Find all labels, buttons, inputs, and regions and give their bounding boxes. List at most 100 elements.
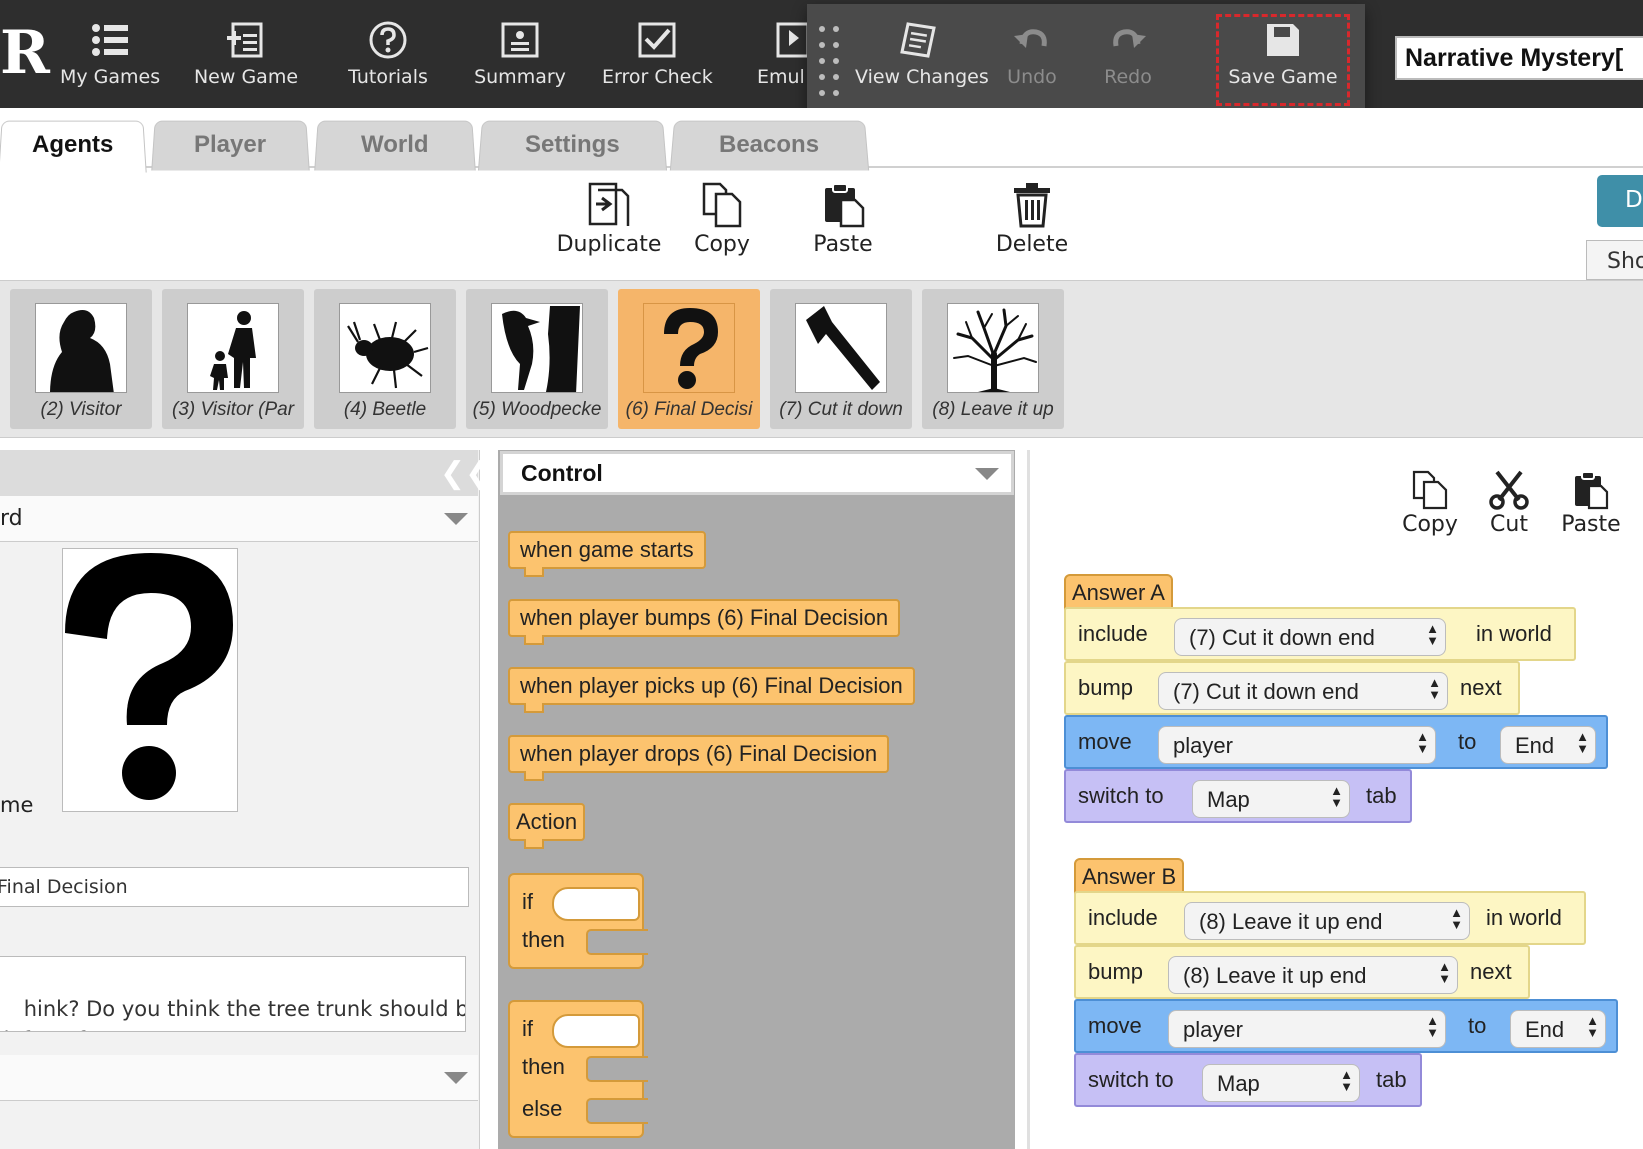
switch-tab-select[interactable]: Map ▲ ▼ — [1202, 1064, 1360, 1102]
bump-agent-select[interactable]: (8) Leave it up end ▲ ▼ — [1168, 956, 1458, 994]
axe-icon — [795, 303, 887, 393]
select-arrows-icon: ▲ ▼ — [1428, 675, 1441, 702]
agent-name-input[interactable]: Final Decision — [0, 867, 469, 907]
condition-slot[interactable] — [552, 887, 640, 921]
select-arrows-icon: ▲ ▼ — [1426, 621, 1439, 648]
woman-silhouette-icon — [35, 303, 127, 393]
agent-card-beetle[interactable]: (4) Beetle — [314, 289, 456, 429]
agent-description-textarea[interactable]: hink? Do you think the tree trunk should… — [0, 956, 466, 1032]
workspace-copy-button[interactable]: Copy — [1398, 470, 1462, 537]
bump-block[interactable]: bump (8) Leave it up end ▲ ▼ next — [1074, 945, 1530, 999]
bump-agent-select[interactable]: (7) Cut it down end ▲ ▼ — [1158, 672, 1448, 710]
costume-dropdown[interactable]: rd — [0, 496, 478, 542]
chevron-down-icon — [975, 468, 999, 480]
undo-button[interactable]: Undo — [995, 12, 1069, 98]
move-subject-value: player — [1173, 733, 1233, 758]
bump-block[interactable]: bump (7) Cut it down end ▲ ▼ next — [1064, 661, 1520, 715]
tab-player[interactable]: Player — [151, 120, 310, 171]
chevron-down-icon — [444, 1072, 468, 1084]
select-arrows-icon: ▲ ▼ — [1426, 1013, 1439, 1040]
else-label: else — [522, 1096, 563, 1121]
tab-settings-label: Settings — [525, 131, 620, 158]
move-block[interactable]: move player ▲ ▼ to End ▲ ▼ — [1074, 999, 1618, 1053]
copy-icon — [702, 182, 742, 228]
error-check-button[interactable]: Error Check — [602, 12, 713, 98]
tutorials-button[interactable]: Tutorials — [343, 12, 433, 98]
switch-to-label: switch to — [1078, 783, 1164, 808]
event-block-answer-b[interactable]: Answer B — [1074, 858, 1185, 894]
tab-beacons[interactable]: Beacons — [669, 120, 870, 171]
move-subject-select[interactable]: player ▲ ▼ — [1158, 726, 1436, 764]
undo-icon — [1014, 29, 1047, 48]
block-if-then[interactable]: if then — [508, 873, 648, 969]
agent-preview-image — [62, 548, 238, 812]
tab-agents[interactable]: Agents — [0, 120, 147, 173]
tab-agents-label: Agents — [31, 131, 114, 158]
copy-label: Copy — [694, 232, 750, 257]
game-title-field[interactable]: Narrative Mystery[ — [1395, 36, 1643, 80]
tab-world[interactable]: World — [314, 120, 476, 171]
workspace-cut-button[interactable]: Cut — [1486, 470, 1532, 537]
switch-tab-block[interactable]: switch to Map ▲ ▼ tab — [1064, 769, 1412, 823]
workspace-paste-button[interactable]: Paste — [1560, 470, 1622, 537]
bump-label: bump — [1078, 675, 1134, 700]
view-changes-button[interactable]: View Changes — [855, 12, 989, 98]
document-changes-icon — [900, 22, 936, 58]
right-primary-button[interactable]: De — [1597, 175, 1643, 227]
tab-label: tab — [1366, 783, 1397, 808]
agent-name: (7) Cut it down — [779, 399, 903, 420]
move-block[interactable]: move player ▲ ▼ to End ▲ ▼ — [1064, 715, 1608, 769]
agent-card-final-decision[interactable]: (6) Final Decisi — [618, 289, 760, 429]
select-arrows-icon: ▲ ▼ — [1576, 729, 1589, 756]
block-when-player-bumps[interactable]: when player bumps (6) Final Decision — [508, 599, 901, 645]
block-when-player-drops[interactable]: when player drops (6) Final Decision — [508, 735, 890, 781]
undo-label: Undo — [1007, 66, 1057, 88]
collapse-panel-icon[interactable]: ❮❮ — [440, 456, 490, 491]
block-if-then-else[interactable]: if then else — [508, 1000, 648, 1138]
my-games-button[interactable]: My Games — [60, 12, 160, 98]
tab-label: tab — [1376, 1067, 1407, 1092]
agent-card-visitor-parent[interactable]: (3) Visitor (Par — [162, 289, 304, 429]
tab-settings[interactable]: Settings — [477, 120, 668, 171]
switch-tab-select[interactable]: Map ▲ ▼ — [1192, 780, 1350, 818]
include-block[interactable]: include (8) Leave it up end ▲ ▼ in world — [1074, 891, 1586, 945]
copy-icon — [1412, 470, 1448, 510]
block-action[interactable]: Action — [508, 803, 586, 849]
include-agent-select[interactable]: (7) Cut it down end ▲ ▼ — [1174, 618, 1446, 656]
agent-card-cut-it-down[interactable]: (7) Cut it down — [770, 289, 912, 429]
to-label: to — [1458, 729, 1477, 754]
agent-card-leave-it-up[interactable]: (8) Leave it up — [922, 289, 1064, 429]
duplicate-button[interactable]: Duplicate — [556, 180, 662, 257]
block-when-player-picks-up[interactable]: when player picks up (6) Final Decision — [508, 667, 915, 713]
error-check-label: Error Check — [602, 66, 713, 88]
include-agent-select[interactable]: (8) Leave it up end ▲ ▼ — [1184, 902, 1470, 940]
save-game-button[interactable]: Save Game — [1221, 12, 1345, 98]
agent-card-visitor[interactable]: (2) Visitor — [10, 289, 152, 429]
agent-name-value: Final Decision — [0, 876, 128, 898]
palette-category-select[interactable]: Control — [500, 451, 1014, 495]
new-game-button[interactable]: New Game — [193, 12, 299, 98]
summary-button[interactable]: Summary — [470, 12, 570, 98]
agent-card-woodpecker[interactable]: (5) Woodpecke — [466, 289, 608, 429]
delete-button[interactable]: Delete — [994, 180, 1070, 257]
condition-slot[interactable] — [552, 1014, 640, 1048]
copy-button[interactable]: Copy — [690, 180, 754, 257]
tab-beacons-label: Beacons — [719, 131, 820, 158]
next-label: next — [1470, 959, 1512, 984]
switch-tab-block[interactable]: switch to Map ▲ ▼ tab — [1074, 1053, 1422, 1107]
tree-icon — [947, 303, 1039, 393]
move-target-select[interactable]: End ▲ ▼ — [1510, 1010, 1606, 1048]
redo-button[interactable]: Redo — [1091, 12, 1165, 98]
right-secondary-button[interactable]: Sho — [1586, 240, 1643, 280]
drag-handle-icon[interactable] — [819, 26, 843, 98]
paste-button[interactable]: Paste — [808, 180, 878, 257]
app-logo: R — [0, 18, 50, 88]
block-when-game-starts[interactable]: when game starts — [508, 531, 706, 577]
move-subject-select[interactable]: player ▲ ▼ — [1168, 1010, 1446, 1048]
redo-icon — [1113, 29, 1146, 48]
include-block[interactable]: include (7) Cut it down end ▲ ▼ in world — [1064, 607, 1576, 661]
move-target-select[interactable]: End ▲ ▼ — [1500, 726, 1596, 764]
secondary-dropdown[interactable] — [0, 1055, 478, 1101]
include-label: include — [1088, 905, 1158, 930]
event-block-answer-a[interactable]: Answer A — [1064, 574, 1173, 610]
